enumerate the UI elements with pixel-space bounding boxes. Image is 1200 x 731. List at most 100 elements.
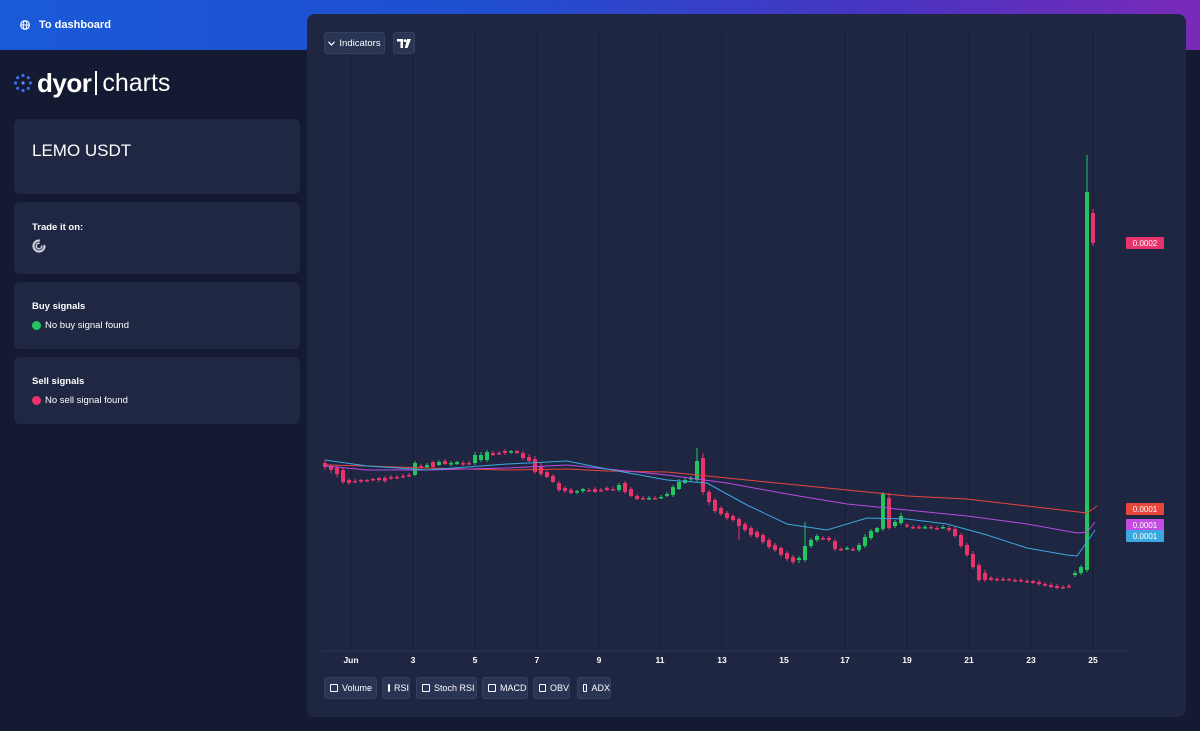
toggle-obv-label: OBV bbox=[549, 683, 569, 693]
toggle-macd[interactable]: MACD bbox=[482, 677, 528, 699]
candle-body bbox=[341, 470, 345, 482]
candle-body bbox=[587, 490, 591, 492]
price-chart[interactable]: Jun 3 5 7 9 11 13 15 17 19 21 23 25 bbox=[307, 14, 1186, 717]
indicators-label: Indicators bbox=[339, 37, 381, 49]
toggle-obv[interactable]: OBV bbox=[533, 677, 570, 699]
x-tick-label: 23 bbox=[1026, 655, 1036, 665]
toggle-macd-label: MACD bbox=[500, 683, 527, 693]
x-tick-label: 5 bbox=[473, 655, 478, 665]
candle-body bbox=[671, 487, 675, 495]
pair-title: LEMO USDT bbox=[32, 141, 132, 160]
candle-body bbox=[815, 536, 819, 540]
x-tick-label: 9 bbox=[597, 655, 602, 665]
candle-body bbox=[1091, 213, 1095, 243]
candle-body bbox=[569, 490, 573, 493]
candle-body bbox=[995, 579, 999, 581]
to-dashboard-link[interactable]: To dashboard bbox=[20, 17, 111, 33]
candle-body bbox=[1037, 582, 1041, 584]
candle-body bbox=[749, 528, 753, 535]
tradingview-button[interactable] bbox=[393, 32, 415, 54]
sell-signals-title: Sell signals bbox=[32, 376, 85, 387]
toggle-rsi[interactable]: RSI bbox=[382, 677, 410, 699]
toggle-adx-label: ADX bbox=[591, 683, 610, 693]
candle-body bbox=[461, 463, 465, 465]
toggle-adx[interactable]: ADX bbox=[577, 677, 611, 699]
candle-body bbox=[581, 489, 585, 491]
candle-body bbox=[365, 480, 369, 482]
candle-body bbox=[407, 475, 411, 477]
candle-body bbox=[941, 527, 945, 529]
candle-body bbox=[797, 558, 801, 560]
candle-body bbox=[1061, 587, 1065, 589]
x-tick-label: 13 bbox=[717, 655, 727, 665]
buy-signals-card: Buy signals No buy signal found bbox=[14, 282, 300, 349]
candle-body bbox=[479, 455, 483, 460]
candle-body bbox=[737, 519, 741, 526]
logo: dyor charts bbox=[13, 66, 170, 100]
ma-long-line bbox=[324, 464, 1098, 514]
candle-body bbox=[347, 480, 351, 483]
candle-body bbox=[761, 535, 765, 542]
candle-body bbox=[443, 461, 447, 464]
candle-body bbox=[521, 453, 525, 458]
candle-body bbox=[473, 455, 477, 463]
candle-body bbox=[971, 554, 975, 567]
candle-body bbox=[551, 476, 555, 482]
candle-body bbox=[1031, 581, 1035, 583]
candle-body bbox=[1049, 585, 1053, 587]
exchange-logo-icon[interactable] bbox=[32, 239, 46, 253]
candle-body bbox=[617, 485, 621, 490]
candle-body bbox=[557, 483, 561, 490]
candle-body bbox=[401, 476, 405, 478]
buy-signal-status: No buy signal found bbox=[32, 320, 129, 331]
candle-body bbox=[1079, 567, 1083, 573]
checkbox-icon bbox=[388, 684, 390, 692]
candle-body bbox=[905, 525, 909, 527]
pair-card: LEMO USDT bbox=[14, 119, 300, 194]
candle-body bbox=[665, 494, 669, 496]
candle-body bbox=[935, 528, 939, 530]
buy-signal-text: No buy signal found bbox=[45, 320, 129, 331]
indicators-button[interactable]: Indicators bbox=[324, 32, 385, 54]
toggle-stoch-rsi[interactable]: Stoch RSI bbox=[416, 677, 477, 699]
candle-body bbox=[893, 522, 897, 526]
candle-body bbox=[1001, 579, 1005, 581]
candle-body bbox=[563, 488, 567, 491]
candle-body bbox=[959, 535, 963, 546]
candle-body bbox=[515, 451, 519, 453]
chart-panel: Jun 3 5 7 9 11 13 15 17 19 21 23 25 Indicators 0.000… bbox=[307, 14, 1186, 717]
candle-body bbox=[335, 468, 339, 474]
candle-body bbox=[731, 516, 735, 520]
toggle-volume[interactable]: Volume bbox=[324, 677, 377, 699]
chevron-down-icon bbox=[328, 40, 336, 46]
candle-body bbox=[539, 466, 543, 474]
candle-body bbox=[833, 541, 837, 549]
x-tick-label: 3 bbox=[411, 655, 416, 665]
candle-body bbox=[809, 540, 813, 546]
candle-body bbox=[779, 548, 783, 555]
green-dot-icon bbox=[32, 321, 41, 330]
sell-signal-status: No sell signal found bbox=[32, 395, 128, 406]
candle-body bbox=[1055, 586, 1059, 588]
x-tick-label: 11 bbox=[656, 655, 665, 665]
candle-body bbox=[647, 498, 651, 500]
candle-body bbox=[497, 453, 501, 455]
candle-body bbox=[527, 457, 531, 461]
x-tick-label: 19 bbox=[902, 655, 912, 665]
candle-body bbox=[449, 463, 453, 465]
candle-body bbox=[575, 491, 579, 493]
candle-body bbox=[875, 528, 879, 532]
candle-body bbox=[713, 500, 717, 511]
sell-signals-card: Sell signals No sell signal found bbox=[14, 357, 300, 424]
candle-body bbox=[611, 489, 615, 491]
candle-body bbox=[953, 529, 957, 536]
x-tick-label: 15 bbox=[779, 655, 789, 665]
toggle-volume-label: Volume bbox=[342, 683, 373, 693]
candle-body bbox=[929, 527, 933, 529]
toggle-stoch-rsi-label: Stoch RSI bbox=[434, 683, 475, 693]
price-tag: 0.0001 bbox=[1126, 530, 1164, 542]
candle-body bbox=[599, 490, 603, 492]
candle-body bbox=[719, 508, 723, 514]
candle-body bbox=[659, 497, 663, 499]
candle-body bbox=[977, 565, 981, 580]
